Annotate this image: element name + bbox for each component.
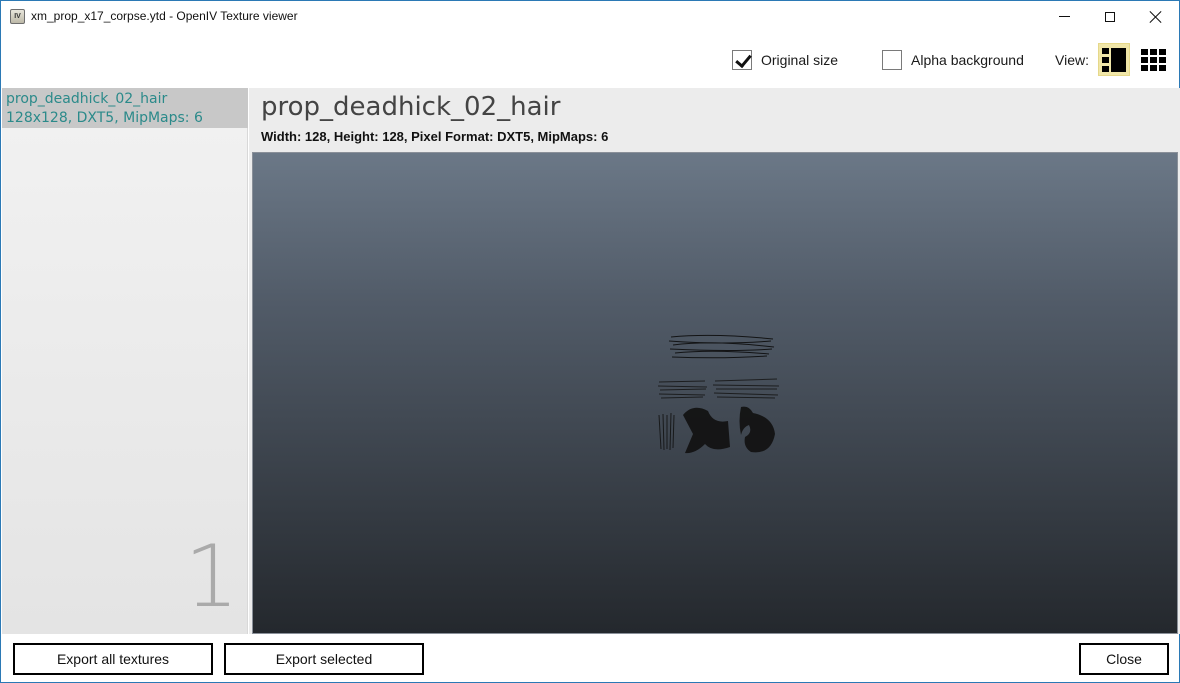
maximize-button[interactable] <box>1087 1 1133 32</box>
minimize-button[interactable] <box>1041 1 1087 32</box>
close-icon <box>1150 11 1162 23</box>
export-selected-button[interactable]: Export selected <box>224 643 424 675</box>
alpha-background-checkbox[interactable]: Alpha background <box>882 50 1024 70</box>
texture-list: prop_deadhick_02_hair 128x128, DXT5, Mip… <box>2 88 248 634</box>
export-all-textures-button[interactable]: Export all textures <box>13 643 213 675</box>
window-title: xm_prop_x17_corpse.ytd - OpenIV Texture … <box>31 9 298 23</box>
original-size-label: Original size <box>761 52 839 68</box>
texture-list-item[interactable]: prop_deadhick_02_hair 128x128, DXT5, Mip… <box>2 88 248 128</box>
texture-preview[interactable] <box>252 152 1178 634</box>
texture-title: prop_deadhick_02_hair <box>261 92 561 122</box>
texture-item-name: prop_deadhick_02_hair <box>6 91 168 107</box>
close-button[interactable]: Close <box>1079 643 1169 675</box>
close-window-button[interactable] <box>1133 1 1179 32</box>
openiv-app-icon: IV <box>10 9 25 24</box>
list-view-icon <box>1102 47 1126 72</box>
texture-item-summary: 128x128, DXT5, MipMaps: 6 <box>6 110 203 126</box>
view-label: View: <box>1055 52 1089 68</box>
checkbox-unchecked-icon[interactable] <box>882 50 902 70</box>
texture-count: 1 <box>184 527 239 627</box>
toolbar: Original size Alpha background View: <box>1 33 1179 88</box>
grid-view-button[interactable] <box>1137 43 1169 76</box>
hair-texture-image <box>657 334 780 454</box>
texture-info: Width: 128, Height: 128, Pixel Format: D… <box>261 129 609 144</box>
alpha-background-label: Alpha background <box>911 52 1024 68</box>
original-size-checkbox[interactable]: Original size <box>732 50 838 70</box>
maximize-icon <box>1105 11 1115 22</box>
list-view-button[interactable] <box>1098 43 1130 76</box>
texture-viewer-window: IV xm_prop_x17_corpse.ytd - OpenIV Textu… <box>0 0 1180 683</box>
grid-view-icon <box>1140 48 1166 71</box>
title-bar: IV xm_prop_x17_corpse.ytd - OpenIV Textu… <box>1 1 1179 33</box>
texture-detail-panel: prop_deadhick_02_hair Width: 128, Height… <box>249 88 1180 634</box>
checkbox-checked-icon[interactable] <box>732 50 752 70</box>
minimize-icon <box>1058 16 1070 17</box>
